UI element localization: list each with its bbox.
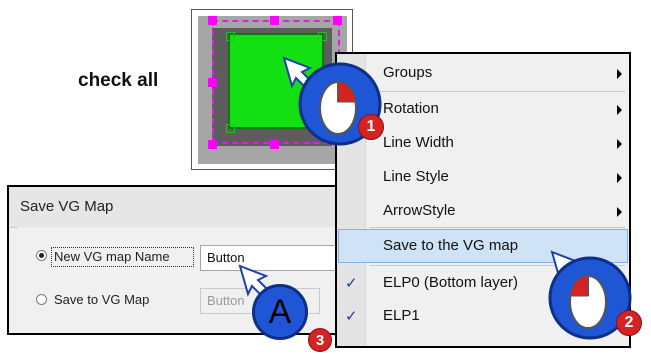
object-point-handle[interactable] — [318, 32, 327, 41]
step-2-badge: 2 — [616, 310, 642, 336]
selection-handle[interactable] — [270, 140, 279, 149]
submenu-arrow-icon — [617, 69, 622, 79]
dialog-title: Save VG Map — [20, 198, 114, 215]
keyboard-input-icon: A — [252, 284, 308, 340]
object-point-handle[interactable] — [226, 124, 235, 133]
new-vg-map-name-radio[interactable] — [36, 250, 47, 261]
selection-handle[interactable] — [208, 140, 217, 149]
selection-handle[interactable] — [270, 16, 279, 25]
menu-item-label: Line Style — [383, 168, 449, 185]
save-to-vg-map-radio[interactable] — [36, 294, 47, 305]
radio-selected-dot — [39, 253, 44, 258]
selection-handle[interactable] — [208, 78, 217, 87]
selection-handle[interactable] — [333, 16, 342, 25]
checkmark-icon: ✓ — [345, 308, 358, 325]
step-3-badge: 3 — [308, 328, 332, 352]
menu-separator — [370, 227, 625, 228]
submenu-arrow-icon — [617, 207, 622, 217]
menu-item-label: ELP0 (Bottom layer) — [383, 274, 519, 291]
submenu-arrow-icon — [617, 139, 622, 149]
mouse-click-icon — [282, 56, 382, 146]
submenu-arrow-icon — [617, 173, 622, 183]
object-point-handle[interactable] — [226, 32, 235, 41]
selection-handle[interactable] — [208, 16, 217, 25]
check-all-label: check all — [78, 70, 159, 91]
save-to-vg-map-label[interactable]: Save to VG Map — [54, 292, 149, 307]
step-1-badge: 1 — [358, 114, 384, 140]
new-vg-map-name-label[interactable]: New VG map Name — [54, 249, 170, 264]
menu-item-label: ArrowStyle — [383, 202, 456, 219]
menu-item-label: ELP1 — [383, 307, 420, 324]
menu-item-label: Save to the VG map — [383, 237, 519, 254]
checkmark-icon: ✓ — [345, 275, 358, 292]
submenu-arrow-icon — [617, 105, 622, 115]
menu-separator — [370, 91, 625, 92]
